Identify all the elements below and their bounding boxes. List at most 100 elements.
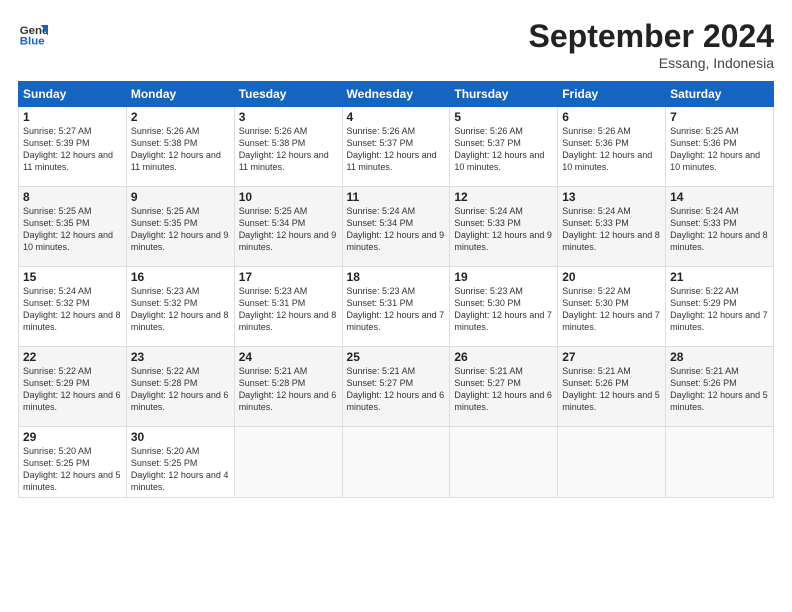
calendar-cell: 3 Sunrise: 5:26 AMSunset: 5:38 PMDayligh…	[234, 107, 342, 187]
day-number: 28	[670, 350, 769, 364]
day-info: Sunrise: 5:24 AMSunset: 5:32 PMDaylight:…	[23, 285, 122, 334]
day-number: 20	[562, 270, 661, 284]
calendar-cell	[558, 427, 666, 498]
day-info: Sunrise: 5:23 AMSunset: 5:30 PMDaylight:…	[454, 285, 553, 334]
day-number: 6	[562, 110, 661, 124]
day-info: Sunrise: 5:25 AMSunset: 5:35 PMDaylight:…	[131, 205, 230, 254]
calendar-cell: 1 Sunrise: 5:27 AMSunset: 5:39 PMDayligh…	[19, 107, 127, 187]
calendar-cell: 28 Sunrise: 5:21 AMSunset: 5:26 PMDaylig…	[666, 347, 774, 427]
weekday-header-tuesday: Tuesday	[234, 82, 342, 107]
calendar-cell: 4 Sunrise: 5:26 AMSunset: 5:37 PMDayligh…	[342, 107, 450, 187]
day-info: Sunrise: 5:20 AMSunset: 5:25 PMDaylight:…	[131, 445, 230, 494]
location: Essang, Indonesia	[529, 55, 774, 71]
calendar-cell: 2 Sunrise: 5:26 AMSunset: 5:38 PMDayligh…	[126, 107, 234, 187]
day-number: 14	[670, 190, 769, 204]
calendar-cell: 16 Sunrise: 5:23 AMSunset: 5:32 PMDaylig…	[126, 267, 234, 347]
calendar-cell: 21 Sunrise: 5:22 AMSunset: 5:29 PMDaylig…	[666, 267, 774, 347]
day-number: 3	[239, 110, 338, 124]
day-number: 16	[131, 270, 230, 284]
weekday-header-thursday: Thursday	[450, 82, 558, 107]
month-title: September 2024	[529, 18, 774, 55]
day-info: Sunrise: 5:20 AMSunset: 5:25 PMDaylight:…	[23, 445, 122, 494]
day-info: Sunrise: 5:21 AMSunset: 5:28 PMDaylight:…	[239, 365, 338, 414]
day-info: Sunrise: 5:26 AMSunset: 5:37 PMDaylight:…	[454, 125, 553, 174]
calendar-cell: 20 Sunrise: 5:22 AMSunset: 5:30 PMDaylig…	[558, 267, 666, 347]
day-info: Sunrise: 5:21 AMSunset: 5:27 PMDaylight:…	[454, 365, 553, 414]
day-info: Sunrise: 5:25 AMSunset: 5:36 PMDaylight:…	[670, 125, 769, 174]
calendar-cell: 23 Sunrise: 5:22 AMSunset: 5:28 PMDaylig…	[126, 347, 234, 427]
week-row-2: 8 Sunrise: 5:25 AMSunset: 5:35 PMDayligh…	[19, 187, 774, 267]
day-number: 23	[131, 350, 230, 364]
calendar-cell: 22 Sunrise: 5:22 AMSunset: 5:29 PMDaylig…	[19, 347, 127, 427]
calendar-cell: 19 Sunrise: 5:23 AMSunset: 5:30 PMDaylig…	[450, 267, 558, 347]
calendar-cell: 24 Sunrise: 5:21 AMSunset: 5:28 PMDaylig…	[234, 347, 342, 427]
weekday-header-sunday: Sunday	[19, 82, 127, 107]
weekday-header-monday: Monday	[126, 82, 234, 107]
day-number: 4	[347, 110, 446, 124]
calendar-page: General Blue September 2024 Essang, Indo…	[0, 0, 792, 612]
day-number: 26	[454, 350, 553, 364]
day-info: Sunrise: 5:22 AMSunset: 5:28 PMDaylight:…	[131, 365, 230, 414]
weekday-header-wednesday: Wednesday	[342, 82, 450, 107]
calendar-cell: 27 Sunrise: 5:21 AMSunset: 5:26 PMDaylig…	[558, 347, 666, 427]
day-number: 5	[454, 110, 553, 124]
day-number: 15	[23, 270, 122, 284]
day-number: 2	[131, 110, 230, 124]
calendar-cell: 29 Sunrise: 5:20 AMSunset: 5:25 PMDaylig…	[19, 427, 127, 498]
week-row-1: 1 Sunrise: 5:27 AMSunset: 5:39 PMDayligh…	[19, 107, 774, 187]
calendar-cell: 7 Sunrise: 5:25 AMSunset: 5:36 PMDayligh…	[666, 107, 774, 187]
day-number: 13	[562, 190, 661, 204]
day-number: 12	[454, 190, 553, 204]
day-number: 9	[131, 190, 230, 204]
calendar-cell: 25 Sunrise: 5:21 AMSunset: 5:27 PMDaylig…	[342, 347, 450, 427]
calendar-cell: 8 Sunrise: 5:25 AMSunset: 5:35 PMDayligh…	[19, 187, 127, 267]
day-info: Sunrise: 5:26 AMSunset: 5:37 PMDaylight:…	[347, 125, 446, 174]
day-info: Sunrise: 5:25 AMSunset: 5:35 PMDaylight:…	[23, 205, 122, 254]
day-number: 19	[454, 270, 553, 284]
day-info: Sunrise: 5:25 AMSunset: 5:34 PMDaylight:…	[239, 205, 338, 254]
day-number: 1	[23, 110, 122, 124]
header: General Blue September 2024 Essang, Indo…	[18, 18, 774, 71]
day-number: 18	[347, 270, 446, 284]
calendar-cell: 26 Sunrise: 5:21 AMSunset: 5:27 PMDaylig…	[450, 347, 558, 427]
day-number: 17	[239, 270, 338, 284]
calendar-cell: 6 Sunrise: 5:26 AMSunset: 5:36 PMDayligh…	[558, 107, 666, 187]
day-info: Sunrise: 5:22 AMSunset: 5:29 PMDaylight:…	[670, 285, 769, 334]
calendar-cell: 14 Sunrise: 5:24 AMSunset: 5:33 PMDaylig…	[666, 187, 774, 267]
week-row-5: 29 Sunrise: 5:20 AMSunset: 5:25 PMDaylig…	[19, 427, 774, 498]
day-number: 7	[670, 110, 769, 124]
day-info: Sunrise: 5:24 AMSunset: 5:33 PMDaylight:…	[562, 205, 661, 254]
week-row-3: 15 Sunrise: 5:24 AMSunset: 5:32 PMDaylig…	[19, 267, 774, 347]
calendar-cell: 9 Sunrise: 5:25 AMSunset: 5:35 PMDayligh…	[126, 187, 234, 267]
day-number: 27	[562, 350, 661, 364]
day-number: 10	[239, 190, 338, 204]
logo-icon: General Blue	[18, 18, 48, 48]
day-info: Sunrise: 5:22 AMSunset: 5:30 PMDaylight:…	[562, 285, 661, 334]
day-info: Sunrise: 5:22 AMSunset: 5:29 PMDaylight:…	[23, 365, 122, 414]
weekday-header-row: SundayMondayTuesdayWednesdayThursdayFrid…	[19, 82, 774, 107]
calendar-cell: 5 Sunrise: 5:26 AMSunset: 5:37 PMDayligh…	[450, 107, 558, 187]
day-number: 30	[131, 430, 230, 444]
calendar-cell: 17 Sunrise: 5:23 AMSunset: 5:31 PMDaylig…	[234, 267, 342, 347]
calendar-cell: 13 Sunrise: 5:24 AMSunset: 5:33 PMDaylig…	[558, 187, 666, 267]
day-info: Sunrise: 5:24 AMSunset: 5:33 PMDaylight:…	[454, 205, 553, 254]
day-info: Sunrise: 5:21 AMSunset: 5:27 PMDaylight:…	[347, 365, 446, 414]
day-info: Sunrise: 5:26 AMSunset: 5:38 PMDaylight:…	[131, 125, 230, 174]
calendar-cell: 11 Sunrise: 5:24 AMSunset: 5:34 PMDaylig…	[342, 187, 450, 267]
calendar-cell	[450, 427, 558, 498]
svg-text:Blue: Blue	[20, 35, 45, 47]
title-block: September 2024 Essang, Indonesia	[529, 18, 774, 71]
weekday-header-saturday: Saturday	[666, 82, 774, 107]
day-info: Sunrise: 5:21 AMSunset: 5:26 PMDaylight:…	[562, 365, 661, 414]
weekday-header-friday: Friday	[558, 82, 666, 107]
calendar-cell: 10 Sunrise: 5:25 AMSunset: 5:34 PMDaylig…	[234, 187, 342, 267]
day-number: 25	[347, 350, 446, 364]
day-number: 29	[23, 430, 122, 444]
calendar-cell	[666, 427, 774, 498]
day-number: 8	[23, 190, 122, 204]
day-info: Sunrise: 5:26 AMSunset: 5:36 PMDaylight:…	[562, 125, 661, 174]
day-info: Sunrise: 5:26 AMSunset: 5:38 PMDaylight:…	[239, 125, 338, 174]
day-number: 24	[239, 350, 338, 364]
logo: General Blue	[18, 18, 48, 48]
day-info: Sunrise: 5:23 AMSunset: 5:31 PMDaylight:…	[239, 285, 338, 334]
